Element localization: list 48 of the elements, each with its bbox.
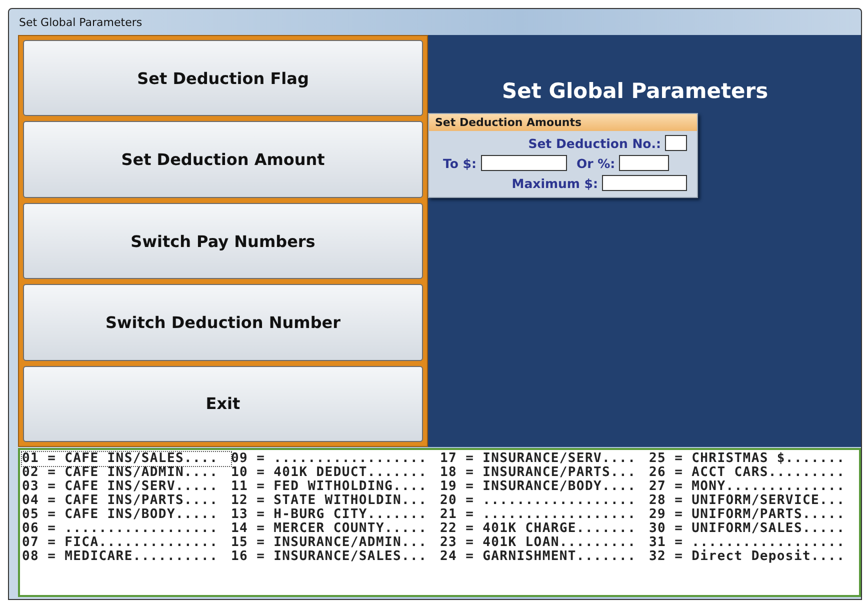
- list-item[interactable]: 28 = UNIFORM/SERVICE...: [649, 494, 858, 508]
- field-label: Set Deduction No.:: [528, 136, 661, 150]
- list-item[interactable]: 13 = H-BURG CITY.......: [231, 508, 440, 522]
- list-item[interactable]: 17 = INSURANCE/SERV....: [440, 452, 649, 466]
- list-item[interactable]: 18 = INSURANCE/PARTS...: [440, 466, 649, 480]
- list-item[interactable]: 15 = INSURANCE/ADMIN...: [231, 536, 440, 550]
- list-item[interactable]: 04 = CAFE INS/PARTS....: [22, 494, 231, 508]
- list-item[interactable]: 32 = Direct Deposit....: [649, 550, 858, 564]
- page-heading: Set Global Parameters: [502, 79, 770, 103]
- list-item[interactable]: 27 = MONY..............: [649, 480, 858, 494]
- list-item[interactable]: 10 = 401K DEDUCT.......: [231, 466, 440, 480]
- list-item[interactable]: 02 = CAFE INS/ADMIN....: [22, 466, 231, 480]
- menu-button[interactable]: Set Deduction Flag: [23, 40, 423, 116]
- field-label: Or %:: [576, 156, 616, 170]
- list-item[interactable]: 01 = CAFE INS/SALES....: [22, 452, 231, 466]
- list-item[interactable]: 19 = INSURANCE/BODY....: [440, 480, 649, 494]
- list-item[interactable]: 22 = 401K CHARGE.......: [440, 522, 649, 536]
- window-title: Set Global Parameters: [19, 16, 142, 28]
- list-item[interactable]: 07 = FICA..............: [22, 536, 231, 550]
- menu-button[interactable]: Switch Pay Numbers: [23, 202, 423, 280]
- input-field[interactable]: [602, 175, 687, 191]
- list-item[interactable]: 24 = GARNISHMENT.......: [440, 550, 649, 564]
- menu-button[interactable]: Switch Deduction Number: [23, 284, 423, 361]
- list-item[interactable]: 08 = MEDICARE..........: [22, 550, 231, 564]
- list-item[interactable]: 11 = FED WITHOLDING....: [231, 480, 440, 494]
- list-item[interactable]: 31 = ..................: [649, 536, 858, 550]
- list-item[interactable]: 16 = INSURANCE/SALES...: [231, 550, 440, 564]
- list-item[interactable]: 20 = ..................: [440, 494, 649, 508]
- list-item[interactable]: 23 = 401K LOAN.........: [440, 536, 649, 550]
- list-item[interactable]: 12 = STATE WITHOLDIN...: [231, 494, 440, 508]
- menu-button[interactable]: Exit: [23, 366, 423, 442]
- field-label: Maximum $:: [512, 176, 598, 190]
- list-item[interactable]: 29 = UNIFORM/PARTS.....: [649, 508, 858, 522]
- list-item[interactable]: 06 = ..................: [22, 522, 231, 536]
- field-label: To $:: [443, 156, 477, 170]
- list-item[interactable]: 05 = CAFE INS/BODY.....: [22, 508, 231, 522]
- list-item[interactable]: 14 = MERCER COUNTY.....: [231, 522, 440, 536]
- input-field[interactable]: [665, 135, 687, 151]
- list-item[interactable]: 03 = CAFE INS/SERV.....: [22, 480, 231, 494]
- menu-button[interactable]: Set Deduction Amount: [23, 121, 423, 198]
- input-field[interactable]: [619, 155, 670, 171]
- list-item[interactable]: 09 = ..................: [231, 452, 440, 466]
- list-item[interactable]: 30 = UNIFORM/SALES.....: [649, 522, 858, 536]
- list-item[interactable]: 25 = CHRISTMAS $.......: [649, 452, 858, 466]
- input-field[interactable]: [480, 155, 567, 171]
- list-item[interactable]: 26 = ACCT CARS.........: [649, 466, 858, 480]
- panel-title: Set Deduction Amounts: [429, 114, 697, 131]
- list-item[interactable]: 21 = ..................: [440, 508, 649, 522]
